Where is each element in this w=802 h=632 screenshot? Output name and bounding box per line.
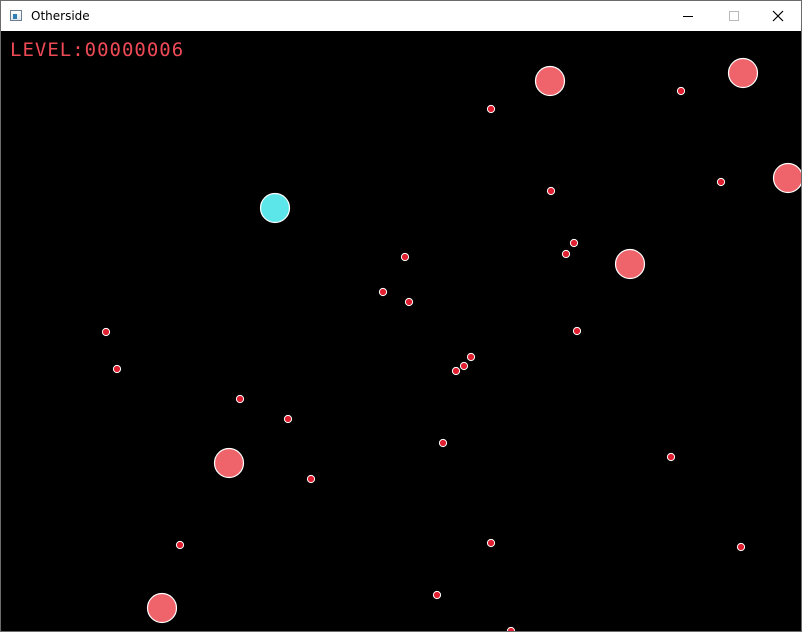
- small-red-dot: [736, 542, 746, 552]
- small-red-dot: [569, 238, 579, 248]
- small-red-dot: [506, 626, 516, 631]
- small-red-dot: [676, 86, 686, 96]
- small-red-dot: [400, 252, 410, 262]
- small-red-dot: [438, 438, 448, 448]
- large-red-orb: [727, 57, 759, 89]
- level-display: LEVEL:00000006: [10, 39, 184, 61]
- small-red-dot: [546, 186, 556, 196]
- small-red-dot: [561, 249, 571, 259]
- small-red-dot: [112, 364, 122, 374]
- small-red-dot: [378, 287, 388, 297]
- player-orb: [259, 192, 291, 224]
- small-red-dot: [466, 352, 476, 362]
- small-red-dot: [283, 414, 293, 424]
- minimize-icon: [683, 16, 693, 17]
- game-canvas[interactable]: LEVEL:00000006: [1, 31, 801, 631]
- small-red-dot: [666, 452, 676, 462]
- level-label: LEVEL:: [10, 39, 85, 61]
- small-red-dot: [451, 366, 461, 376]
- small-red-dot: [175, 540, 185, 550]
- maximize-icon: [729, 11, 739, 21]
- small-red-dot: [404, 297, 414, 307]
- maximize-button[interactable]: [711, 1, 757, 31]
- large-red-orb: [146, 592, 178, 624]
- level-value: 00000006: [84, 39, 185, 61]
- large-red-orb: [614, 248, 646, 280]
- small-red-dot: [432, 590, 442, 600]
- title-bar[interactable]: Otherside: [1, 1, 801, 31]
- large-red-orb: [772, 162, 801, 194]
- close-icon: [772, 10, 784, 22]
- small-red-dot: [486, 538, 496, 548]
- large-red-orb: [213, 447, 245, 479]
- small-red-dot: [486, 104, 496, 114]
- small-red-dot: [459, 361, 469, 371]
- small-red-dot: [235, 394, 245, 404]
- small-red-dot: [572, 326, 582, 336]
- window-title: Otherside: [31, 9, 90, 23]
- small-red-dot: [716, 177, 726, 187]
- minimize-button[interactable]: [665, 1, 711, 31]
- game-scene: [101, 57, 801, 631]
- large-red-orb: [534, 65, 566, 97]
- game-window: Otherside LEVEL:00000006: [0, 0, 802, 632]
- window-app-icon: [10, 10, 22, 21]
- small-red-dot: [306, 474, 316, 484]
- close-button[interactable]: [755, 1, 801, 31]
- small-red-dot: [101, 327, 111, 337]
